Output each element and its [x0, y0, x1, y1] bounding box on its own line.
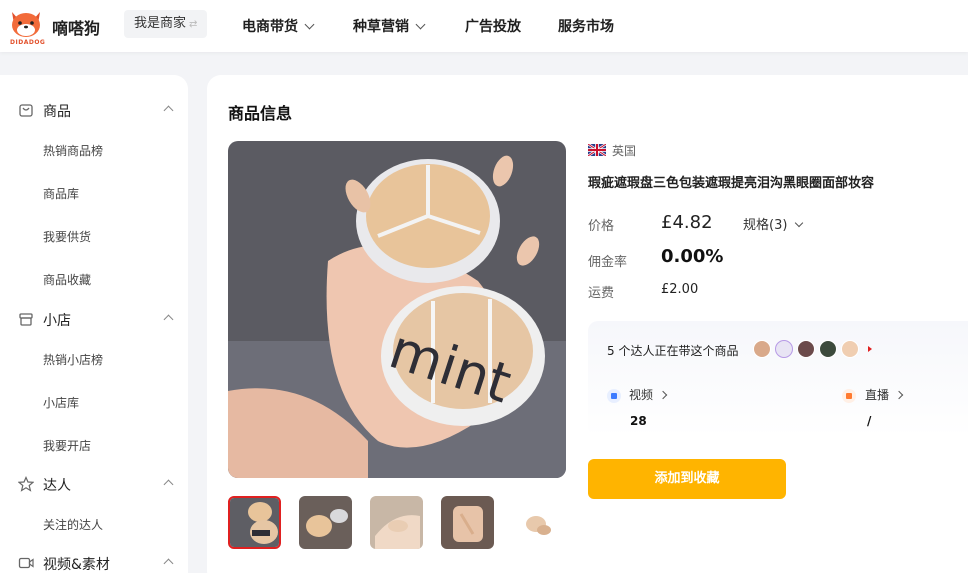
- video-label: 视频: [629, 388, 654, 402]
- section-title: 商品信息: [228, 104, 293, 123]
- product-thumbnail[interactable]: [299, 496, 352, 549]
- avatar: [841, 340, 859, 358]
- creator-count-text: 5 个达人正在带这个商品: [607, 344, 739, 358]
- merchant-switch[interactable]: 我是商家 ⇄: [124, 10, 208, 38]
- chevron-down-icon: [415, 19, 426, 30]
- top-header: 嘀嗒狗 DIDADOG 我是商家 ⇄ 电商带货 种草营销 广告投放 服务市场: [0, 0, 968, 52]
- avatar: [775, 340, 793, 358]
- swap-icon: ⇄: [189, 19, 198, 30]
- sidebar-item-open-store[interactable]: 我要开店: [43, 437, 91, 454]
- live-count: /: [867, 414, 872, 428]
- live-icon: [842, 389, 856, 403]
- sidebar-group-label: 商品: [43, 104, 71, 120]
- video-icon: [18, 557, 34, 569]
- avatar: [753, 340, 771, 358]
- sidebar-item-product-favorites[interactable]: 商品收藏: [43, 271, 91, 288]
- country-label: 英国: [612, 144, 637, 158]
- avatar: [819, 340, 837, 358]
- price-label: 价格: [588, 219, 615, 234]
- product-main-image[interactable]: mint: [228, 141, 566, 478]
- nav-ads[interactable]: 广告投放: [465, 16, 521, 36]
- product-thumbnail[interactable]: [370, 496, 423, 549]
- sidebar-item-product-library[interactable]: 商品库: [43, 185, 79, 202]
- more-creators-icon[interactable]: [868, 346, 872, 352]
- price-value: £4.82: [661, 212, 713, 233]
- bag-icon: [19, 104, 33, 117]
- video-stat-link[interactable]: 视频: [629, 386, 668, 403]
- sidebar-group-label: 视频&素材: [43, 557, 110, 573]
- add-to-favorites-button[interactable]: 添加到收藏: [588, 459, 786, 499]
- live-stat-link[interactable]: 直播: [865, 386, 904, 403]
- store-icon: [19, 313, 33, 326]
- nav-label: 种草营销: [353, 19, 409, 35]
- chevron-up-icon: [163, 558, 174, 569]
- uk-flag-icon: [588, 144, 606, 156]
- commission-label: 佣金率: [588, 255, 628, 270]
- spec-dropdown[interactable]: 规格(3): [743, 214, 804, 233]
- sidebar-group-label: 达人: [43, 478, 71, 494]
- nav-service-market[interactable]: 服务市场: [558, 16, 614, 36]
- concealer-photo: mint: [228, 141, 566, 478]
- video-count: 28: [630, 414, 647, 428]
- nav-label: 服务市场: [558, 19, 614, 35]
- sidebar-item-store-library[interactable]: 小店库: [43, 394, 79, 411]
- spec-label: 规格(3): [743, 218, 788, 233]
- thumbnail-image: [512, 496, 565, 549]
- product-thumbnail[interactable]: [512, 496, 565, 549]
- logo-text: 嘀嗒狗: [52, 19, 101, 38]
- product-thumbnail[interactable]: [441, 496, 494, 549]
- shipping-value: £2.00: [661, 282, 699, 297]
- shipping-label: 运费: [588, 286, 615, 301]
- sidebar-item-hot-products[interactable]: 热销商品榜: [43, 142, 103, 159]
- thumbnail-image: [370, 496, 423, 549]
- chevron-up-icon: [163, 479, 174, 490]
- logo-subtext: DIDADOG: [10, 39, 46, 46]
- chevron-right-icon: [894, 390, 904, 400]
- sidebar-item-supply[interactable]: 我要供货: [43, 228, 91, 245]
- logo[interactable]: 嘀嗒狗 DIDADOG: [8, 6, 108, 46]
- sidebar-item-followed-creators[interactable]: 关注的达人: [43, 516, 103, 533]
- merchant-label: 我是商家: [134, 16, 187, 31]
- live-label: 直播: [865, 388, 890, 402]
- product-info-card: 商品信息 mint 英国 瑕疵遮瑕盘三色包装遮瑕提亮泪沟黑眼圈面部妆容 价格 £…: [207, 75, 968, 573]
- thumbnail-image: [299, 496, 352, 549]
- sidebar-group-label: 小店: [43, 313, 71, 329]
- creator-stats-panel: 5 个达人正在带这个商品 视频 28 直播 /: [588, 321, 968, 437]
- product-title: 瑕疵遮瑕盘三色包装遮瑕提亮泪沟黑眼圈面部妆容: [588, 176, 875, 191]
- nav-label: 电商带货: [242, 19, 298, 35]
- chevron-down-icon: [304, 19, 315, 30]
- sidebar: 商品 热销商品榜 商品库 我要供货 商品收藏 小店 热销小店榜 小店库 我要开店…: [0, 75, 188, 573]
- thumbnail-image: [441, 496, 494, 549]
- product-thumbnail[interactable]: [228, 496, 281, 549]
- nav-label: 广告投放: [465, 19, 521, 35]
- avatar: [797, 340, 815, 358]
- nav-seeding[interactable]: 种草营销: [353, 16, 426, 36]
- video-icon: [607, 389, 621, 403]
- commission-value: 0.00%: [661, 246, 724, 267]
- nav-ecommerce[interactable]: 电商带货: [242, 16, 315, 36]
- chevron-up-icon: [163, 105, 174, 116]
- sidebar-item-hot-stores[interactable]: 热销小店榜: [43, 351, 103, 368]
- chevron-down-icon: [795, 218, 804, 228]
- chevron-right-icon: [658, 390, 668, 400]
- thumbnail-image: [230, 498, 279, 547]
- star-icon: [18, 476, 34, 492]
- chevron-up-icon: [163, 314, 174, 325]
